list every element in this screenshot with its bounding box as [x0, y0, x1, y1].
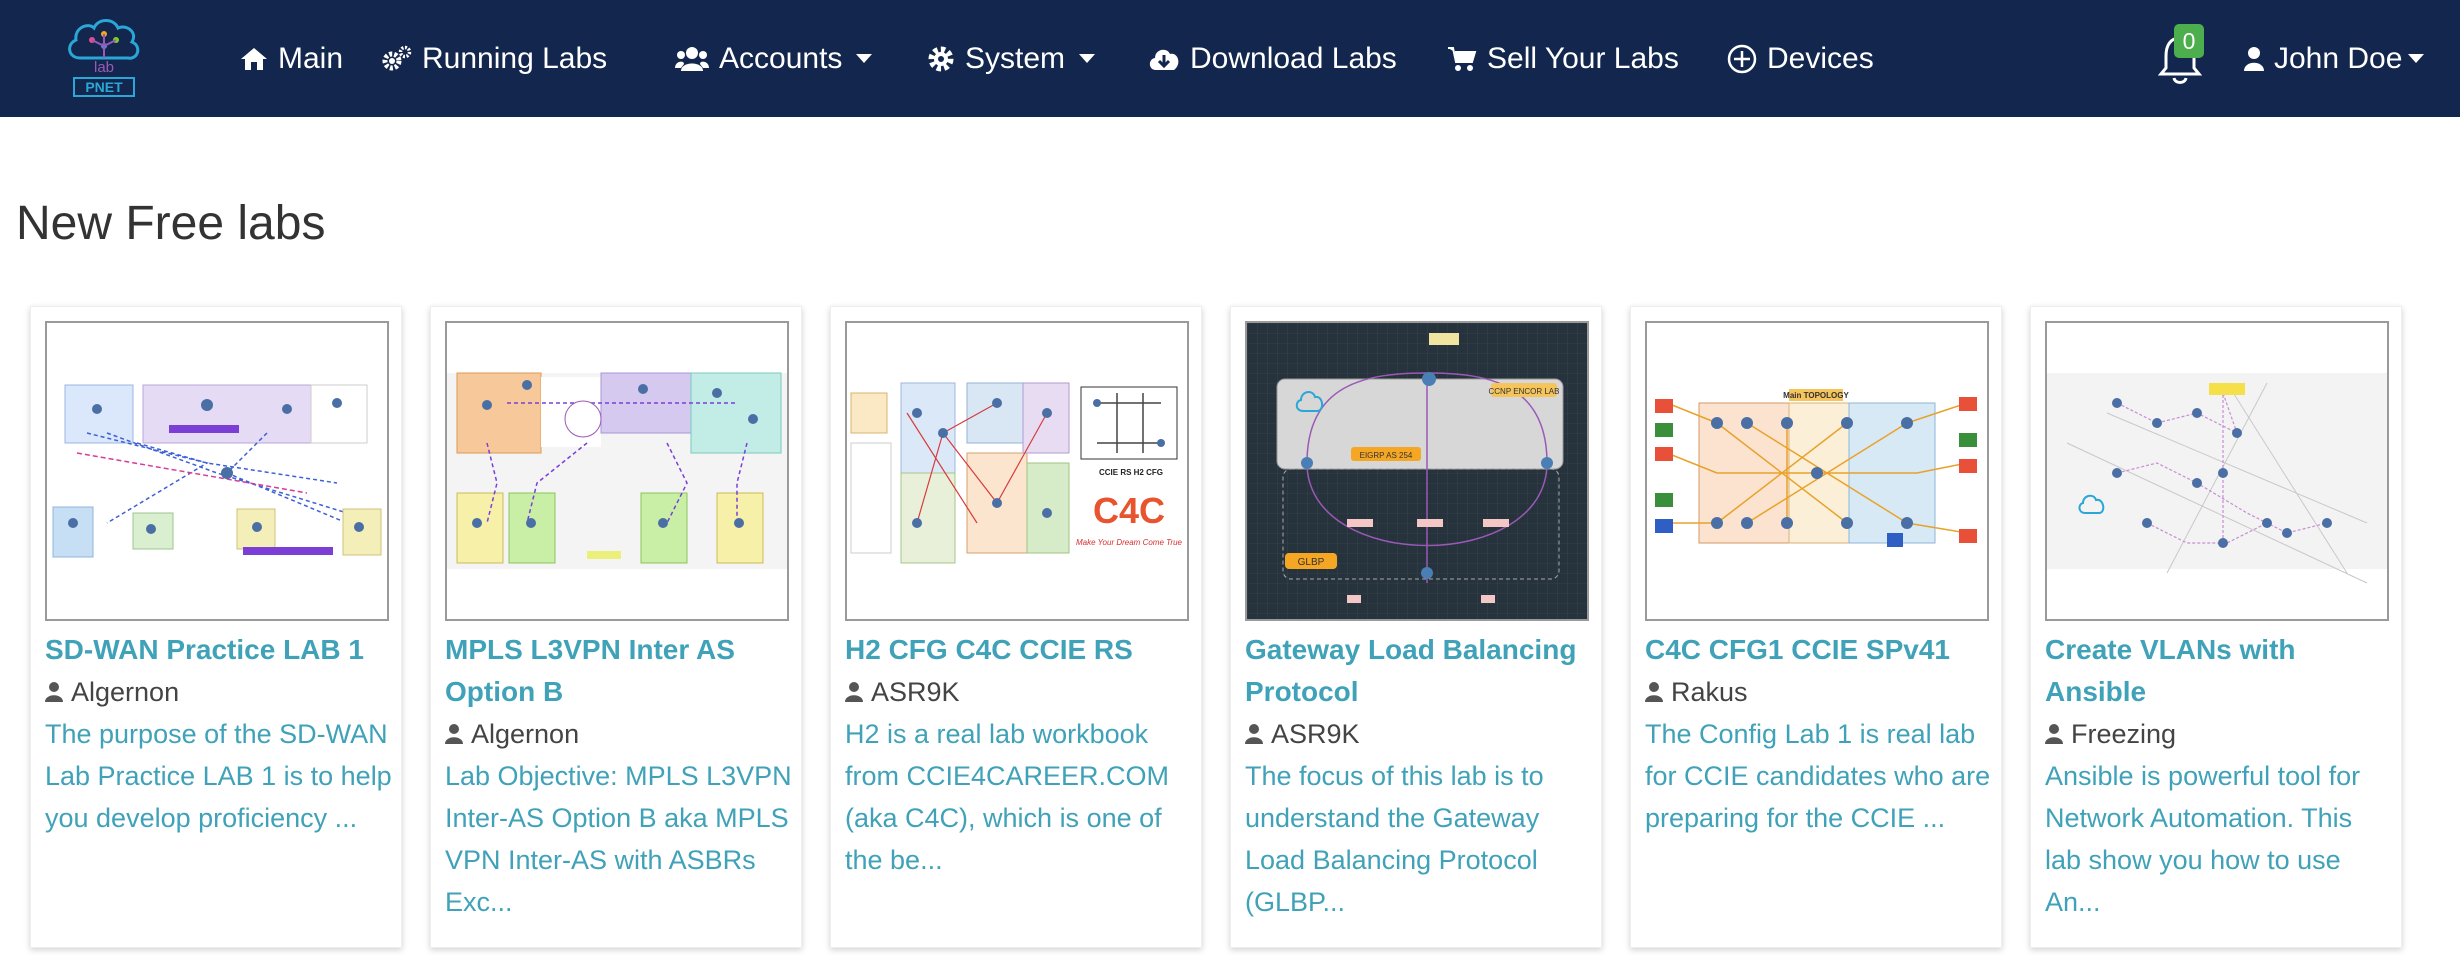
- nav-accounts[interactable]: Accounts: [675, 0, 873, 117]
- thumb-caption: CCIE RS H2 CFG: [1099, 468, 1163, 477]
- nav-system-label: System: [965, 41, 1066, 75]
- mpls-topology-icon: [447, 372, 787, 569]
- lab-thumbnail[interactable]: [445, 321, 789, 621]
- user-icon: [1645, 682, 1663, 702]
- user-icon: [2045, 724, 2063, 744]
- lab-card-author: Algernon: [445, 713, 795, 755]
- thumb-slogan: Make Your Dream Come True: [1076, 538, 1183, 547]
- lab-card-author-name: Rakus: [1671, 677, 1748, 707]
- home-icon: [241, 47, 267, 70]
- lab-card: Main TOPOLOGY C4C CFG1 CCIE SPv41 Rakus …: [1630, 306, 2002, 948]
- lab-card-author: ASR9K: [845, 671, 1195, 713]
- logo-text-lab: lab: [94, 59, 114, 76]
- nav-sell-labs[interactable]: Sell Your Labs: [1447, 0, 1679, 117]
- nav-download-labs-label: Download Labs: [1190, 41, 1397, 75]
- lab-card-author: Rakus: [1645, 671, 1995, 713]
- user-icon: [2244, 46, 2264, 71]
- nav-sell-labs-label: Sell Your Labs: [1487, 41, 1679, 75]
- users-icon: [675, 46, 709, 71]
- nav-download-labs[interactable]: Download Labs: [1148, 0, 1397, 117]
- top-navbar: lab PNET Main Running Labs Accounts Syst…: [0, 0, 2460, 117]
- cloud-download-icon: [1149, 49, 1179, 70]
- thumb-label-lab: CCNP ENCOR LAB: [1489, 387, 1560, 396]
- lab-thumbnail[interactable]: [45, 321, 389, 621]
- lab-card-title[interactable]: C4C CFG1 CCIE SPv41: [1645, 629, 1995, 671]
- c4c-logo: C4C: [1093, 490, 1165, 531]
- lab-card-author-name: Freezing: [2071, 719, 2177, 749]
- nav-running-labs-label: Running Labs: [422, 41, 608, 75]
- nav-system[interactable]: System: [927, 0, 1096, 117]
- chevron-down-icon: [1079, 54, 1096, 63]
- lab-card-title[interactable]: SD-WAN Practice LAB 1: [45, 629, 395, 671]
- user-menu[interactable]: John Doe: [2244, 0, 2425, 117]
- gear-icon: [928, 46, 954, 71]
- lab-card-title[interactable]: H2 CFG C4C CCIE RS: [845, 629, 1195, 671]
- thumb-label-glbp: GLBP: [1298, 557, 1325, 568]
- lab-card-description[interactable]: The purpose of the SD-WAN Lab Practice L…: [45, 713, 395, 839]
- user-icon: [1245, 724, 1263, 744]
- lab-card-author: Algernon: [45, 671, 395, 713]
- lab-card-title[interactable]: Gateway Load Balancing Protocol: [1245, 629, 1595, 713]
- nav-main[interactable]: Main: [240, 0, 343, 117]
- lab-card-author: Freezing: [2045, 713, 2395, 755]
- lab-card-author-name: ASR9K: [871, 677, 960, 707]
- notification-count-badge: 0: [2174, 24, 2204, 58]
- lab-card-description[interactable]: H2 is a real lab workbook from CCIE4CARE…: [845, 713, 1195, 881]
- lab-card-author-name: Algernon: [71, 677, 180, 707]
- lab-card-author: ASR9K: [1245, 713, 1595, 755]
- ccie-rs-topology-icon: CCIE RS H2 CFG C4C Make Your Dream Come …: [850, 382, 1183, 564]
- lab-card-description[interactable]: Ansible is powerful tool for Network Aut…: [2045, 755, 2395, 923]
- lab-card-title[interactable]: Create VLANs with Ansible: [2045, 629, 2395, 713]
- lab-card-description[interactable]: Lab Objective: MPLS L3VPN Inter-AS Optio…: [445, 755, 795, 923]
- user-icon: [45, 682, 63, 702]
- lab-thumbnail[interactable]: CCIE RS H2 CFG C4C Make Your Dream Come …: [845, 321, 1189, 621]
- lab-thumbnail[interactable]: CCNP ENCOR LAB EIGRP AS 254 GLBP: [1245, 321, 1589, 621]
- cogs-icon: [382, 45, 412, 70]
- lab-card-author-name: ASR9K: [1271, 719, 1360, 749]
- shopping-cart-icon: [1448, 46, 1477, 71]
- chevron-down-icon: [856, 54, 873, 63]
- lab-thumbnail[interactable]: Main TOPOLOGY: [1645, 321, 1989, 621]
- pnet-lab-logo[interactable]: lab PNET: [62, 14, 146, 100]
- lab-card-description[interactable]: The focus of this lab is to understand t…: [1245, 755, 1595, 923]
- sdwan-topology-icon: [52, 384, 382, 558]
- lab-card-description[interactable]: The Config Lab 1 is real lab for CCIE ca…: [1645, 713, 1995, 839]
- lab-card: MPLS L3VPN Inter AS Option B Algernon La…: [430, 306, 802, 948]
- nav-accounts-label: Accounts: [719, 41, 843, 75]
- lab-card-author-name: Algernon: [471, 719, 580, 749]
- lab-card: SD-WAN Practice LAB 1 Algernon The purpo…: [30, 306, 402, 948]
- ccie-sp-topology-icon: Main TOPOLOGY: [1655, 389, 1977, 547]
- nav-main-label: Main: [278, 41, 344, 75]
- nav-running-labs[interactable]: Running Labs: [380, 0, 607, 117]
- user-name: John Doe: [2274, 41, 2403, 75]
- nav-devices-label: Devices: [1767, 41, 1874, 75]
- thumb-caption: Main TOPOLOGY: [1783, 391, 1849, 400]
- lab-card: Create VLANs with Ansible Freezing Ansib…: [2030, 306, 2402, 948]
- logo-text-pnet: PNET: [85, 79, 123, 95]
- thumb-label-eigrp: EIGRP AS 254: [1360, 451, 1413, 460]
- lab-thumbnail[interactable]: [2045, 321, 2389, 621]
- lab-card-title[interactable]: MPLS L3VPN Inter AS Option B: [445, 629, 795, 713]
- chevron-down-icon: [2408, 54, 2425, 63]
- user-icon: [445, 724, 463, 744]
- lab-card: CCNP ENCOR LAB EIGRP AS 254 GLBP Gateway…: [1230, 306, 1602, 948]
- nav-devices[interactable]: Devices: [1727, 0, 1874, 117]
- section-title: New Free labs: [16, 197, 326, 250]
- plus-circle-icon: [1727, 44, 1757, 73]
- glbp-topology-icon: CCNP ENCOR LAB EIGRP AS 254 GLBP: [1247, 323, 1587, 619]
- user-icon: [845, 682, 863, 702]
- lab-card: CCIE RS H2 CFG C4C Make Your Dream Come …: [830, 306, 1202, 948]
- ansible-topology-icon: [2047, 373, 2387, 584]
